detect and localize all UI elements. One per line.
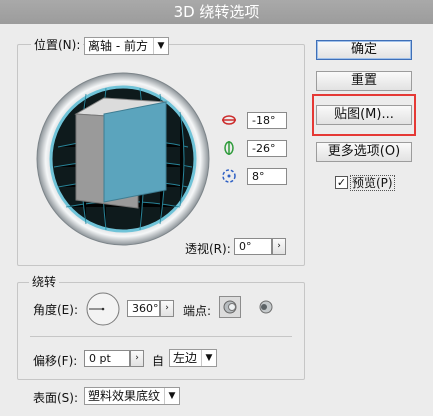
cap-label: 端点: (183, 304, 212, 318)
angle-dial-icon[interactable] (85, 291, 121, 327)
more-options-button[interactable]: 更多选项(O) (316, 142, 412, 162)
perspective-label: 透视(R): (185, 242, 231, 256)
perspective-input[interactable]: 0° (234, 238, 272, 255)
reset-button[interactable]: 重置 (316, 71, 412, 91)
cap-off-icon[interactable] (256, 297, 276, 317)
position-dropdown[interactable]: 离轴 - 前方 ▼ (84, 37, 169, 55)
dialog-window: 3D 绕转选项 位置(N): 离轴 - 前方 ▼ -18° -26° 8° 透视… (0, 0, 433, 416)
y-rotate-icon (224, 141, 234, 155)
surface-dropdown[interactable]: 塑料效果底纹 ▼ (84, 387, 180, 405)
y-rotation-input[interactable]: -26° (247, 140, 287, 157)
position-dropdown-value: 离轴 - 前方 (88, 39, 148, 53)
revolve-separator (30, 336, 292, 337)
revolve-group-label: 绕转 (29, 275, 60, 289)
angle-input[interactable]: 360° (127, 300, 160, 317)
from-dropdown[interactable]: 左边 ▼ (169, 349, 217, 367)
z-rotate-icon (222, 169, 236, 183)
chevron-down-icon: ▼ (153, 38, 168, 54)
surface-dropdown-value: 塑料效果底纹 (88, 389, 161, 403)
chevron-down-icon: ▼ (164, 388, 179, 404)
offset-label: 偏移(F): (33, 354, 78, 368)
angle-slider-button[interactable]: › (160, 300, 174, 317)
dialog-title: 3D 绕转选项 (0, 0, 433, 24)
cap-on-button[interactable] (219, 296, 241, 318)
from-dropdown-value: 左边 (173, 351, 198, 365)
ok-button[interactable]: 确定 (316, 40, 412, 60)
x-rotate-icon (222, 115, 236, 125)
surface-label: 表面(S): (33, 391, 79, 405)
z-rotation-input[interactable]: 8° (247, 168, 287, 185)
map-button[interactable]: 贴图(M)... (316, 105, 412, 125)
offset-input[interactable]: 0 pt (84, 350, 130, 367)
angle-label: 角度(E): (33, 303, 78, 317)
preview-checkbox[interactable]: ✓ (335, 176, 348, 189)
position-label: 位置(N): (31, 38, 84, 52)
chevron-down-icon: ▼ (201, 350, 216, 366)
cap-on-icon (223, 300, 237, 314)
x-rotation-input[interactable]: -18° (247, 112, 287, 129)
offset-slider-button[interactable]: › (130, 350, 144, 367)
preview-label: 预览(P) (350, 175, 395, 191)
from-label: 自 (152, 354, 165, 368)
perspective-slider-button[interactable]: › (272, 238, 286, 255)
track-cube[interactable] (36, 72, 210, 246)
